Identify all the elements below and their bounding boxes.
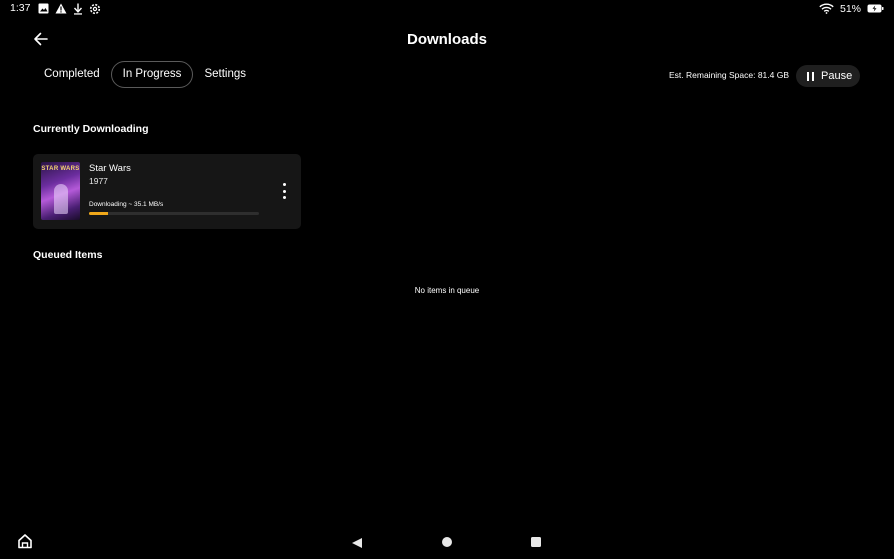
more-vertical-icon [282, 183, 286, 186]
download-status: Downloading ~ 35.1 MB/s [89, 201, 164, 208]
item-year: 1977 [89, 176, 108, 186]
nav-home-button[interactable] [442, 537, 452, 547]
currently-downloading-heading: Currently Downloading [33, 123, 149, 135]
pause-all-button[interactable]: Pause [796, 65, 860, 87]
warning-icon [55, 3, 67, 14]
status-bar: 1:37 51% [0, 0, 894, 18]
empty-queue-message: No items in queue [414, 286, 480, 295]
status-time: 1:37 [10, 2, 31, 14]
pause-icon [807, 71, 814, 81]
battery-percent: 51% [839, 2, 861, 15]
system-status: 51% [819, 2, 884, 15]
tab-completed[interactable]: Completed [33, 61, 111, 88]
nav-recents-button[interactable] [531, 537, 541, 547]
battery-charging-icon [867, 4, 884, 13]
poster-logo-text: STAR WARS [41, 166, 80, 172]
page-title: Downloads [406, 31, 487, 48]
download-item-card[interactable]: STAR WARS Star Wars 1977 Downloading ~ 3… [33, 154, 301, 229]
more-options-button[interactable] [278, 183, 290, 199]
download-progress-fill [89, 212, 108, 215]
tab-in-progress[interactable]: In Progress [110, 61, 194, 88]
download-icon [73, 3, 83, 15]
tab-bar: Completed In Progress Settings [33, 61, 257, 88]
tab-settings[interactable]: Settings [193, 61, 257, 88]
downloads-screen: 1:37 51% Downloads Completed In Progress… [0, 0, 894, 559]
nav-back-button[interactable] [351, 536, 363, 548]
wifi-icon [819, 3, 834, 14]
pause-label: Pause [821, 70, 853, 82]
queued-items-heading: Queued Items [33, 249, 103, 261]
download-progress-bar [89, 212, 259, 215]
home-button[interactable] [17, 533, 33, 549]
remaining-space-label: Est. Remaining Space: 81.4 GB [669, 70, 790, 80]
notification-icons [38, 2, 101, 15]
settings-gear-icon [89, 3, 101, 14]
image-icon [38, 3, 49, 14]
nav-back-icon [352, 538, 362, 548]
item-title: Star Wars [89, 163, 131, 174]
home-icon [18, 534, 32, 549]
movie-poster: STAR WARS [41, 162, 80, 220]
